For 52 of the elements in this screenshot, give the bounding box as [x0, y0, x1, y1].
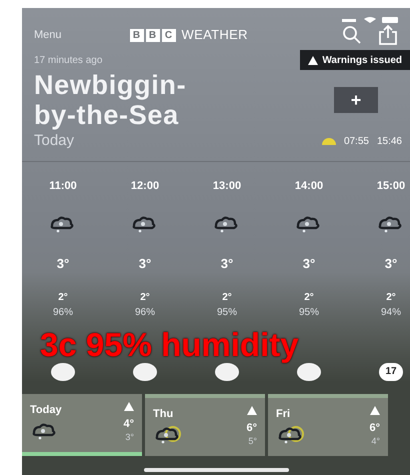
hour-label: 14:00: [294, 178, 324, 194]
status-icons: [342, 16, 398, 24]
overlay-caption: 3c 95% humidity: [40, 328, 299, 360]
warning-badge[interactable]: Warnings issued: [300, 50, 410, 70]
feels-like: 2°: [304, 290, 314, 304]
wind-marker: [215, 362, 239, 380]
temperature: 3°: [220, 255, 234, 273]
low-temperature: 5°: [248, 436, 257, 447]
temperature: 3°: [138, 255, 152, 273]
feels-like: 2°: [58, 290, 68, 304]
day-card[interactable]: Today 4° 3°: [22, 394, 142, 456]
temperature: 3°: [56, 255, 70, 273]
humidity: 95%: [216, 306, 237, 320]
low-temperature: 3°: [125, 432, 134, 443]
wind-marker: [297, 362, 321, 380]
feels-like: 2°: [140, 290, 150, 304]
wind-marker: [133, 362, 157, 380]
warning-icon: [370, 406, 380, 414]
humidity: 96%: [52, 306, 73, 320]
warning-icon: [247, 406, 257, 414]
high-temperature: 4°: [123, 418, 134, 432]
humidity: 96%: [134, 306, 155, 320]
sunset-time: 15:46: [376, 134, 402, 149]
updated-time: 17 minutes ago: [34, 54, 102, 68]
wind-speed: 17: [379, 362, 403, 380]
hour-label: 15:00: [376, 178, 406, 194]
add-location-button[interactable]: +: [334, 87, 378, 113]
location-name: by-the-Sea: [34, 100, 180, 130]
warning-icon: [308, 56, 318, 64]
day-card[interactable]: Thu 6° 5°: [145, 394, 265, 456]
feels-like: 2°: [222, 290, 232, 304]
high-temperature: 6°: [369, 422, 380, 436]
high-temperature: 6°: [246, 422, 257, 436]
hour-label: 11:00: [49, 178, 77, 194]
feels-like: 2°: [386, 290, 396, 304]
humidity: 95%: [298, 306, 319, 320]
warning-icon: [124, 402, 134, 410]
location-name: Newbiggin-: [34, 70, 186, 100]
hour-label: 12:00: [130, 178, 160, 194]
temperature: 3°: [302, 255, 316, 273]
share-icon[interactable]: [378, 24, 398, 46]
sunrise-time: 07:55: [344, 134, 369, 149]
humidity: 94%: [380, 306, 401, 320]
wind-marker: [51, 362, 75, 380]
day-card[interactable]: Fri 6° 4°: [268, 394, 388, 456]
bbc-weather-logo: B B C WEATHER: [130, 25, 248, 45]
temperature: 3°: [384, 255, 398, 273]
day-label: Today: [34, 131, 74, 151]
menu-link[interactable]: Menu: [34, 26, 62, 44]
hour-label: 13:00: [212, 178, 242, 194]
low-temperature: 4°: [371, 436, 380, 447]
search-icon[interactable]: [342, 25, 362, 45]
